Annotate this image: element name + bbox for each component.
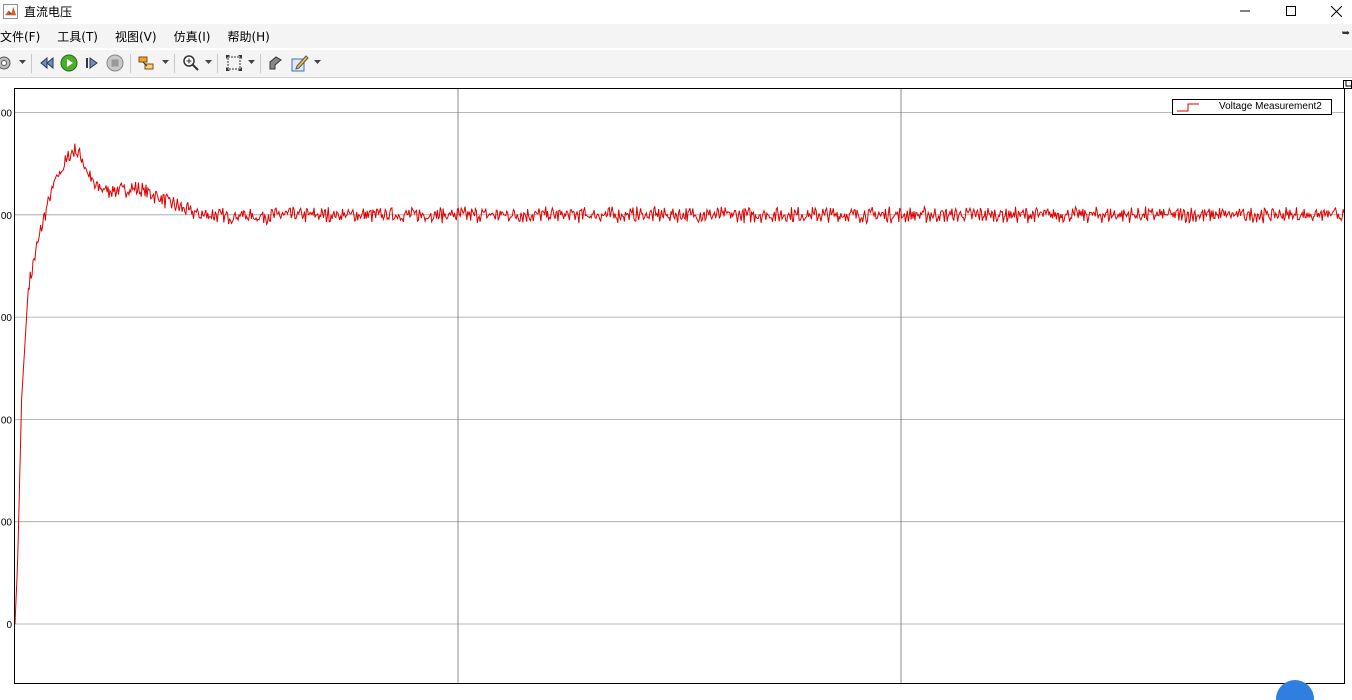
minimize-button[interactable] <box>1222 0 1268 22</box>
y-tick-label: 00 <box>1 415 13 426</box>
chevron-down-icon[interactable] <box>248 59 255 65</box>
toolbar-separator <box>260 54 261 73</box>
toolbar-separator <box>31 54 32 73</box>
menu-help[interactable]: 帮助(H) <box>227 28 277 45</box>
matlab-icon <box>3 3 18 19</box>
run-icon[interactable] <box>60 54 78 72</box>
step-forward-icon[interactable] <box>83 54 101 72</box>
menu-tools[interactable]: 工具(T) <box>57 28 106 45</box>
y-tick-label: 00 <box>1 313 13 324</box>
style-icon[interactable] <box>267 54 285 72</box>
y-tick-label: 00 <box>1 518 13 529</box>
chevron-down-icon[interactable] <box>314 59 321 65</box>
legend-label: Voltage Measurement2 <box>1219 101 1322 112</box>
voltage-chart[interactable]: 00000000000 <box>0 78 1352 689</box>
toolbar-separator <box>130 54 131 73</box>
settings-icon[interactable] <box>0 54 13 72</box>
toolbar <box>0 50 1352 78</box>
y-tick-label: 0 <box>6 620 12 631</box>
chevron-down-icon[interactable] <box>205 59 212 65</box>
stop-icon[interactable] <box>106 54 124 72</box>
title-bar: 直流电压 <box>0 0 1352 22</box>
zoom-in-icon[interactable] <box>182 54 200 72</box>
menu-view[interactable]: 视图(V) <box>115 28 165 45</box>
series-line-voltage-measurement2 <box>14 143 1345 625</box>
chart-legend[interactable]: Voltage Measurement2 <box>1172 99 1332 115</box>
close-icon <box>1330 5 1342 17</box>
highlight-block-icon[interactable] <box>138 54 156 72</box>
window-title: 直流电压 <box>24 4 73 19</box>
maximize-button[interactable] <box>1268 0 1314 22</box>
toolbar-separator <box>217 54 218 73</box>
toolbar-separator <box>174 54 175 73</box>
chevron-down-icon[interactable] <box>162 59 169 65</box>
edit-icon[interactable] <box>291 54 309 72</box>
step-back-icon[interactable] <box>38 54 56 72</box>
y-tick-label: 00 <box>1 109 13 120</box>
axes-frame <box>14 88 1345 684</box>
legend-swatch <box>1177 103 1199 112</box>
undock-icon[interactable] <box>1343 80 1352 89</box>
y-tick-label: 00 <box>1 211 13 222</box>
scope-plot-area[interactable]: 00 00 00 00 00 0 Voltage Measurement2 <box>0 78 1352 689</box>
menu-overflow-icon[interactable]: ➥ <box>1342 28 1350 39</box>
menu-bar: 文件(F) 工具(T) 视图(V) 仿真(I) 帮助(H) ➥ <box>0 24 1352 48</box>
chevron-down-icon[interactable] <box>19 59 26 65</box>
maximize-icon <box>1286 6 1296 16</box>
fit-to-view-icon[interactable] <box>225 54 243 72</box>
close-button[interactable] <box>1313 0 1352 22</box>
minimize-icon <box>1240 10 1250 12</box>
menu-file[interactable]: 文件(F) <box>0 28 48 45</box>
menu-simulation[interactable]: 仿真(I) <box>174 28 219 45</box>
